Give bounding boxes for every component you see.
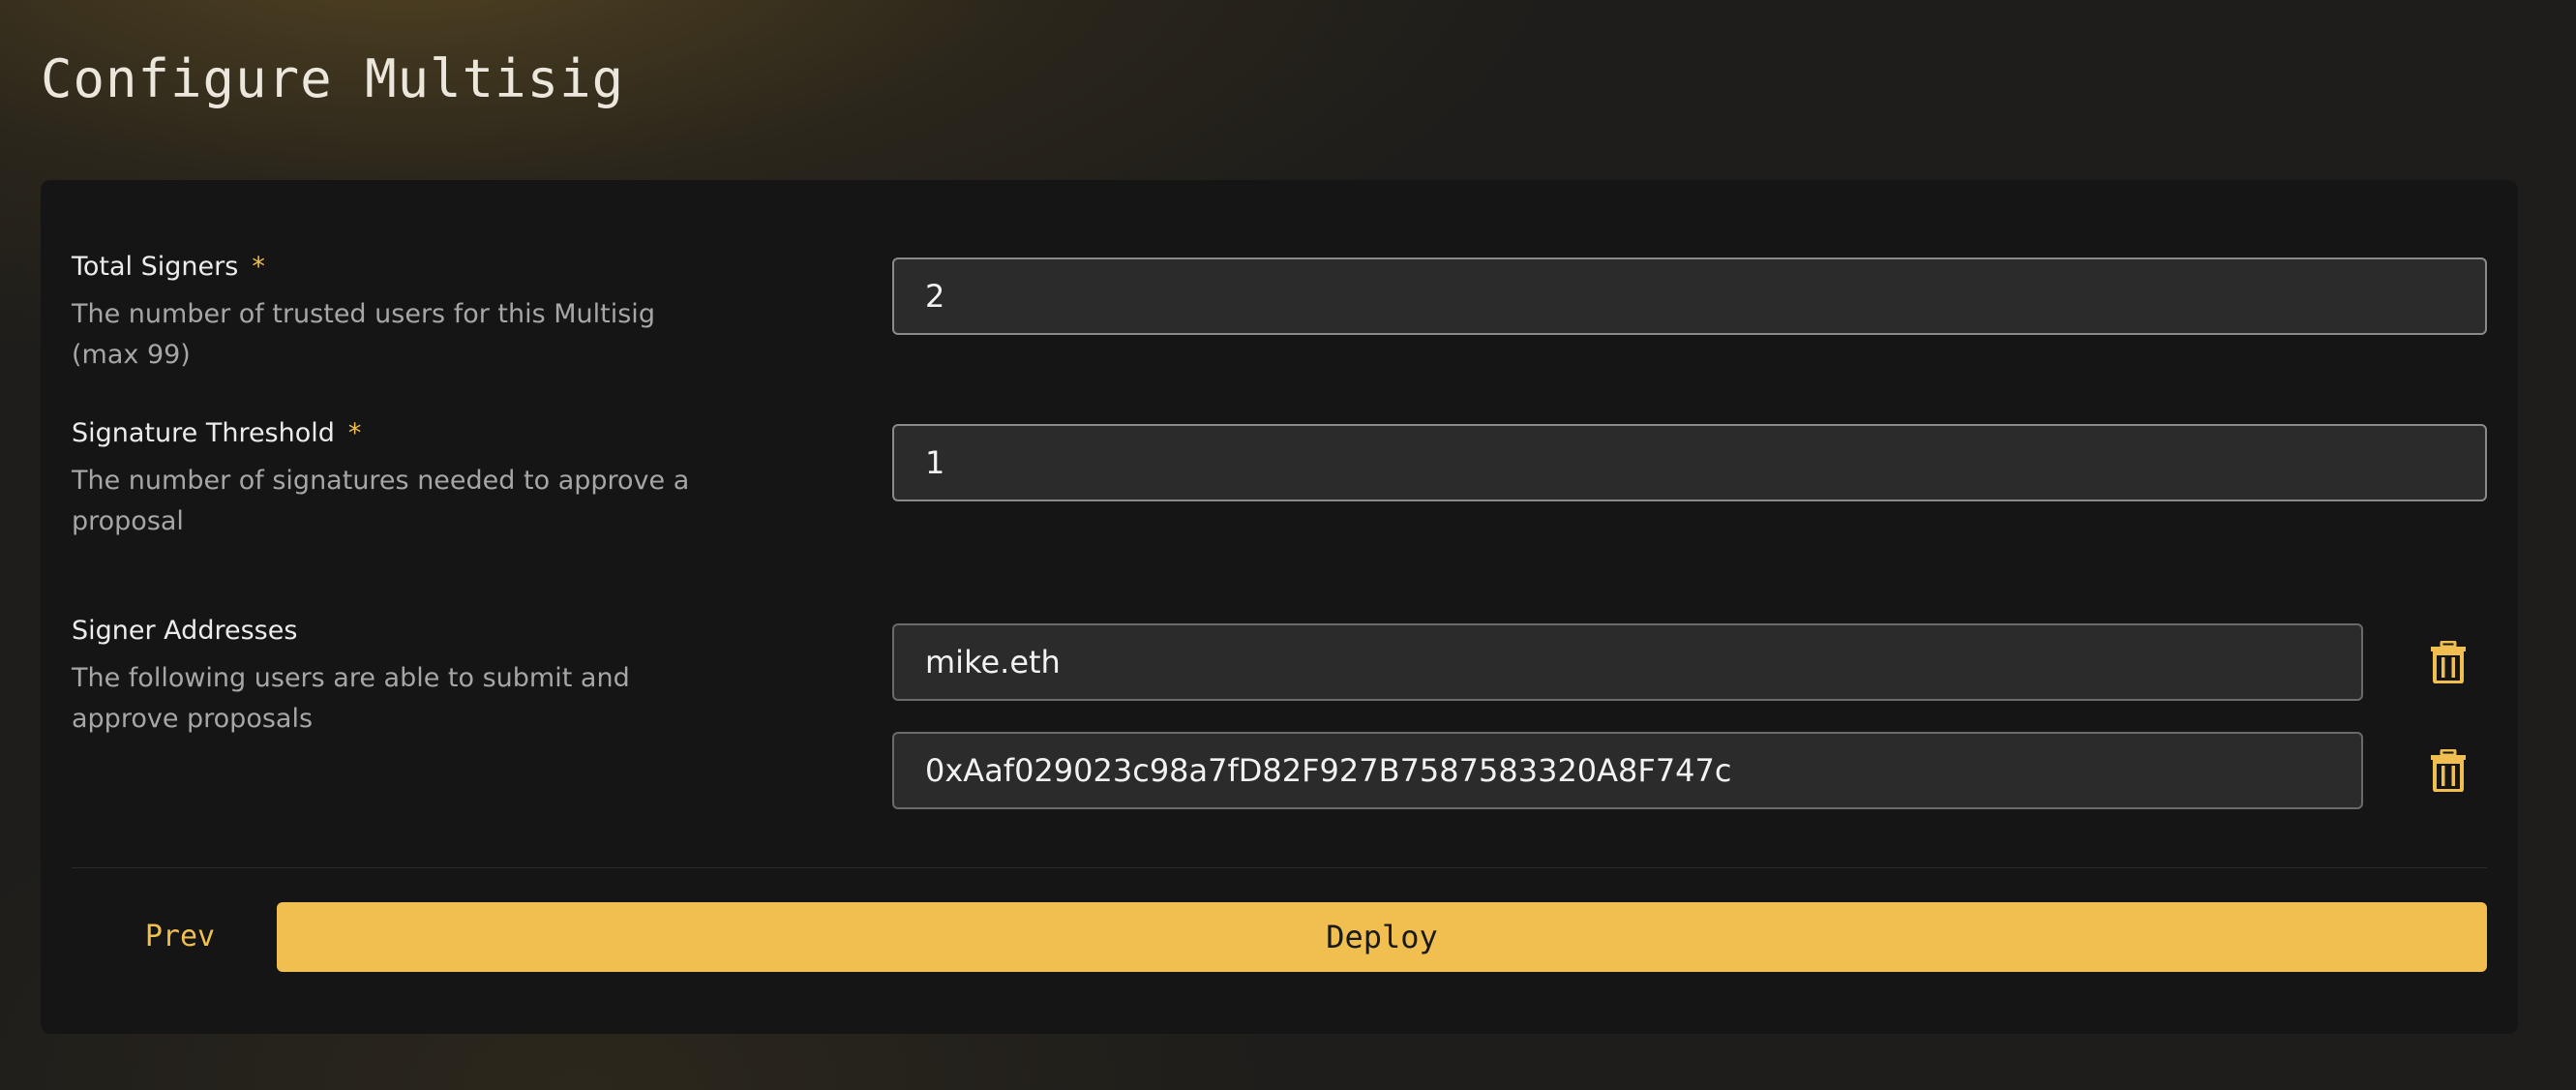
signature-threshold-input[interactable] (892, 424, 2487, 501)
signature-threshold-description: The number of signatures needed to appro… (72, 466, 690, 536)
signer-addresses-description: The following users are able to submit a… (72, 663, 630, 734)
multisig-config-card: Total Signers * The number of trusted use… (41, 180, 2518, 1034)
signer-addresses-row: Signer Addresses The following users are… (72, 614, 2487, 846)
trash-icon[interactable] (2429, 749, 2468, 792)
prev-button[interactable]: Prev (112, 902, 248, 970)
total-signers-description: The number of trusted users for this Mul… (72, 299, 655, 370)
total-signers-row: Total Signers * The number of trusted use… (72, 250, 2487, 385)
signature-threshold-label: Signature Threshold (72, 418, 335, 448)
deploy-button[interactable]: Deploy (277, 902, 2487, 972)
signer-addresses-label-block: Signer Addresses The following users are… (72, 614, 749, 740)
trash-icon[interactable] (2429, 641, 2468, 683)
signature-threshold-row: Signature Threshold * The number of signa… (72, 416, 2487, 552)
total-signers-label-block: Total Signers * The number of trusted use… (72, 250, 749, 376)
signer-address-input[interactable] (892, 732, 2363, 809)
page-title: Configure Multisig (41, 48, 625, 109)
total-signers-input[interactable] (892, 257, 2487, 335)
required-star: * (347, 418, 362, 448)
divider (72, 867, 2487, 868)
total-signers-label: Total Signers (72, 252, 239, 282)
required-star: * (252, 252, 265, 282)
signer-address-input[interactable] (892, 623, 2363, 701)
signature-threshold-label-block: Signature Threshold * The number of signa… (72, 416, 749, 542)
signer-addresses-label: Signer Addresses (72, 616, 298, 646)
